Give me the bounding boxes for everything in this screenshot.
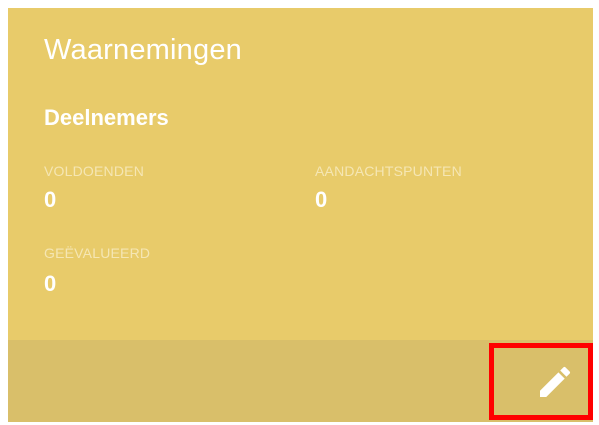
stat-value-geevalueerd: 0 — [44, 271, 57, 296]
pencil-icon — [535, 362, 575, 402]
edit-button[interactable] — [530, 357, 580, 407]
card-title: Waarnemingen — [44, 34, 242, 66]
stat-label-aandachtspunten: AANDACHTSPUNTEN — [315, 163, 462, 179]
stat-value-aandachtspunten: 0 — [315, 187, 328, 212]
stat-value-voldoenden: 0 — [44, 187, 57, 212]
card-body: Waarnemingen Deelnemers VOLDOENDEN 0 AAN… — [8, 8, 593, 340]
stat-label-geevalueerd: GEËVALUEERD — [44, 245, 151, 261]
stat-label-voldoenden: VOLDOENDEN — [44, 163, 145, 179]
card-subtitle: Deelnemers — [44, 105, 169, 130]
